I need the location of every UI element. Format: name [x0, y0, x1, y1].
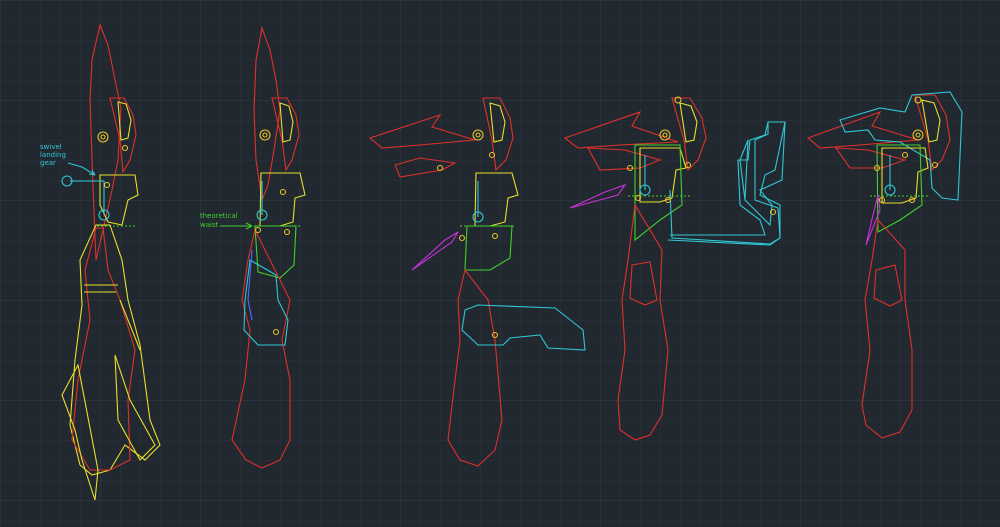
annotation-waist-label: theoretical: [200, 212, 238, 220]
annotation-swivel-label: gear: [40, 159, 56, 167]
annotation-swivel-label: swivel: [40, 143, 62, 151]
annotation-swivel-label: landing: [40, 151, 66, 159]
annotation-waist-label: waist: [200, 221, 219, 229]
cad-drawing-canvas: swivel landing gear theoretical waist: [0, 0, 1000, 527]
